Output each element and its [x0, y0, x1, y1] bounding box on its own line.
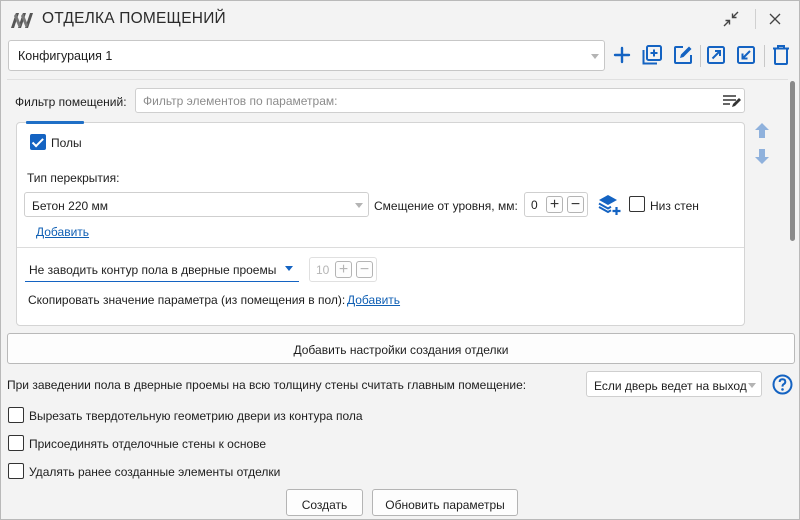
door-offset-stepper[interactable]: 10 + − — [309, 257, 377, 282]
card-tab-indicator — [26, 121, 84, 124]
copy-param-add-link[interactable]: Добавить — [347, 293, 400, 307]
room-filter-label: Фильтр помещений: — [15, 95, 127, 109]
increment-icon[interactable]: + — [546, 196, 563, 213]
add-finishing-settings-button[interactable]: Добавить настройки создания отделки — [7, 333, 795, 364]
chevron-down-icon — [591, 54, 599, 59]
decrement-icon[interactable]: − — [567, 196, 584, 213]
add-finishing-settings-label: Добавить настройки создания отделки — [293, 343, 509, 357]
delete-previous-checkbox[interactable] — [8, 463, 24, 479]
join-walls-label: Присоединять отделочные стены к основе — [29, 437, 267, 451]
move-up-icon[interactable] — [753, 122, 771, 140]
move-down-icon[interactable] — [753, 147, 771, 165]
main-room-select[interactable]: Если дверь ведет на выход — [586, 371, 762, 397]
main-room-label: При заведении пола в дверные проемы на в… — [7, 378, 527, 392]
main-room-value: Если дверь ведет на выход — [594, 379, 747, 393]
toolbar-separator — [700, 45, 701, 67]
offset-label: Смещение от уровня, мм: — [374, 199, 518, 213]
duplicate-icon[interactable] — [640, 43, 664, 67]
cut-door-geometry-checkbox[interactable] — [8, 407, 24, 423]
create-button-label: Создать — [301, 498, 348, 512]
copy-param-label: Скопировать значение параметра (из помещ… — [28, 293, 346, 307]
door-contour-value: Не заводить контур пола в дверные проемы — [29, 263, 277, 277]
join-walls-checkbox[interactable] — [8, 435, 24, 451]
help-icon[interactable] — [772, 374, 793, 395]
add-floor-type-link[interactable]: Добавить — [36, 225, 89, 239]
collapse-arrows-icon[interactable] — [719, 7, 743, 31]
offset-value: 0 — [531, 198, 538, 212]
configuration-select[interactable]: Конфигурация 1 — [8, 40, 605, 71]
title-bar: ОТДЕЛКА ПОМЕЩЕНИЙ — [1, 1, 799, 37]
configuration-value: Конфигурация 1 — [18, 49, 113, 63]
delete-icon[interactable] — [769, 43, 793, 67]
room-filter-input[interactable]: Фильтр элементов по параметрам: — [135, 88, 745, 113]
plugin-window: ОТДЕЛКА ПОМЕЩЕНИЙ Конфигурация 1 Фильтр … — [0, 0, 800, 520]
close-icon[interactable] — [763, 7, 787, 31]
decrement-icon[interactable]: − — [356, 261, 373, 278]
toolbar-separator — [764, 45, 765, 67]
increment-icon[interactable]: + — [335, 261, 352, 278]
vertical-scrollbar[interactable] — [788, 81, 796, 241]
title-separator — [755, 9, 756, 29]
chevron-down-icon — [748, 383, 756, 388]
door-contour-select[interactable]: Не заводить контур пола в дверные проемы — [25, 257, 299, 282]
floor-type-value: Бетон 220 мм — [32, 199, 109, 213]
offset-stepper[interactable]: 0 + − — [524, 192, 588, 217]
scrollbar-thumb[interactable] — [790, 81, 795, 241]
chevron-down-icon — [355, 203, 363, 208]
cut-door-geometry-label: Вырезать твердотельную геометрию двери и… — [29, 409, 363, 423]
floor-type-select[interactable]: Бетон 220 мм — [24, 192, 369, 217]
edit-icon[interactable] — [671, 43, 695, 67]
create-button[interactable]: Создать — [286, 489, 363, 516]
window-title: ОТДЕЛКА ПОМЕЩЕНИЙ — [42, 10, 226, 27]
filter-edit-icon[interactable] — [722, 93, 742, 109]
bottom-walls-checkbox[interactable] — [629, 196, 645, 212]
door-offset-value: 10 — [316, 263, 330, 277]
update-parameters-label: Обновить параметры — [385, 498, 505, 512]
update-parameters-button[interactable]: Обновить параметры — [372, 489, 518, 516]
chevron-down-icon — [285, 266, 293, 271]
card-divider — [17, 247, 744, 248]
floors-enabled-checkbox[interactable] — [30, 134, 46, 150]
delete-previous-label: Удалять ранее созданные элементы отделки — [29, 465, 281, 479]
export-icon[interactable] — [704, 43, 728, 67]
add-layer-icon[interactable] — [598, 193, 622, 217]
floors-label: Полы — [51, 136, 82, 150]
import-icon[interactable] — [734, 43, 758, 67]
add-icon[interactable] — [610, 43, 634, 67]
app-logo-icon — [10, 11, 36, 29]
bottom-walls-label: Низ стен — [650, 199, 699, 213]
floor-type-label: Тип перекрытия: — [27, 171, 120, 185]
room-filter-placeholder: Фильтр элементов по параметрам: — [143, 94, 338, 108]
